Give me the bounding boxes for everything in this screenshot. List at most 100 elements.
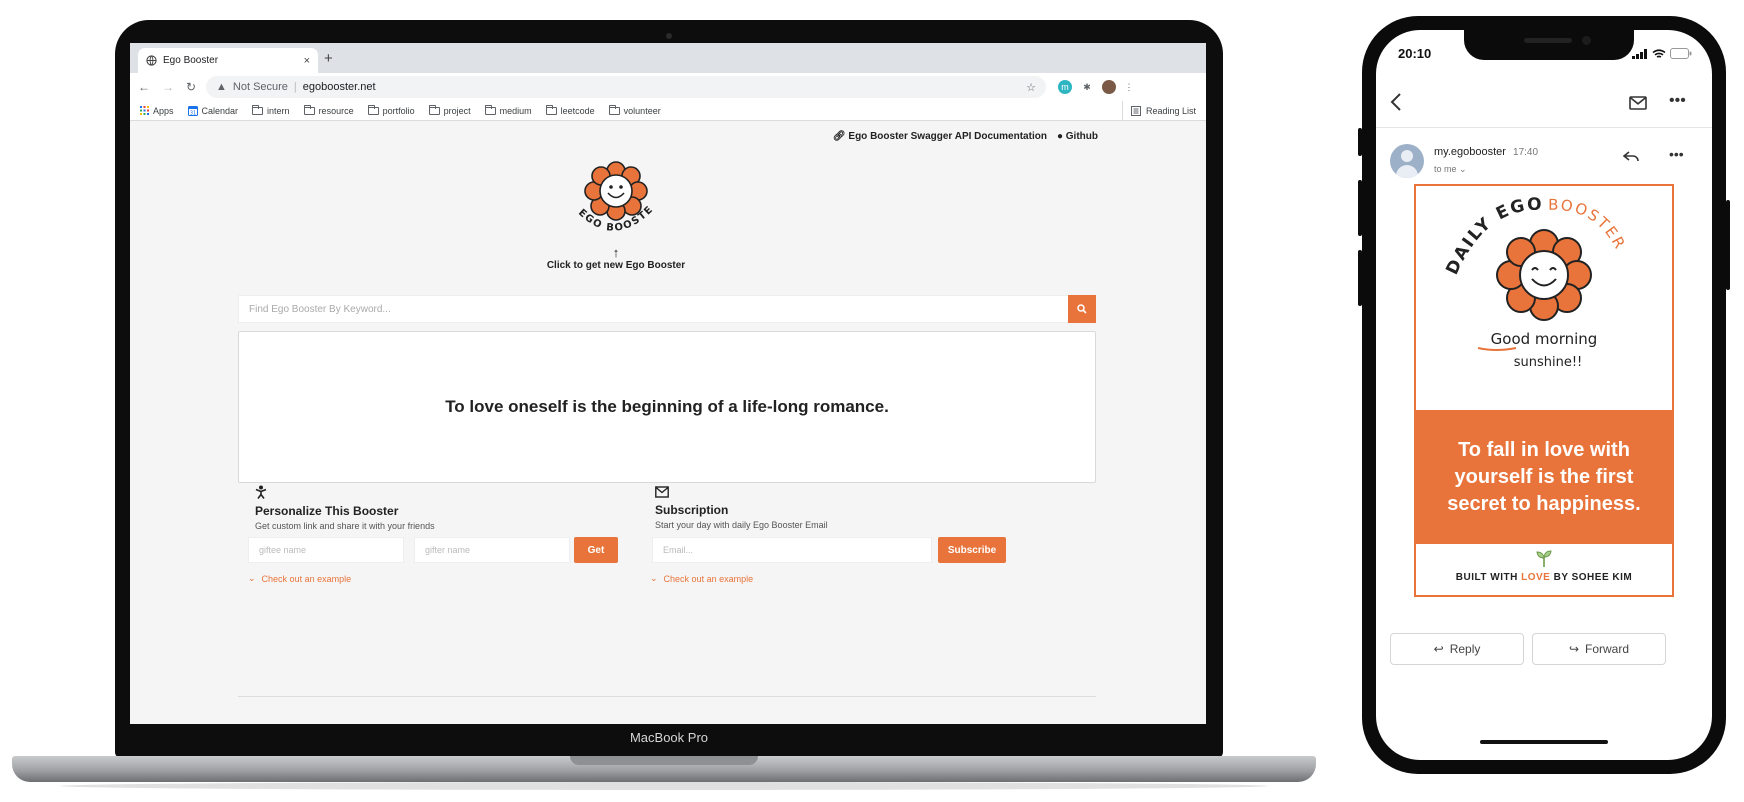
- apps-grid-icon: [140, 106, 149, 115]
- ego-booster-page: 🔗︎ Ego Booster Swagger API Documentation…: [130, 121, 1206, 724]
- folder-icon: [252, 104, 264, 115]
- search-icon: [1077, 304, 1087, 314]
- bookmark-label: resource: [318, 105, 354, 116]
- bookmark-folder[interactable]: resource: [303, 104, 354, 116]
- recipient-toggle[interactable]: to me ⌄: [1434, 164, 1467, 175]
- reading-list-label: Reading List: [1145, 106, 1196, 116]
- sender-name: my.egobooster: [1434, 146, 1506, 158]
- page-divider: [238, 696, 1096, 697]
- reply-icon: ↩: [1433, 642, 1444, 656]
- calendar-icon: 31: [187, 105, 198, 116]
- bookmark-folder[interactable]: medium: [484, 104, 532, 116]
- more-icon[interactable]: •••: [1669, 146, 1684, 162]
- daily-ego-booster-art: DAILY EGO BOOSTER Good morning sunshine!…: [1442, 195, 1627, 370]
- get-button[interactable]: Get: [574, 537, 618, 563]
- warning-icon: ▲: [216, 81, 227, 93]
- bookmark-folder[interactable]: leetcode: [545, 104, 595, 116]
- arrow-up-icon: ↑: [612, 245, 620, 260]
- stage: Ego Booster × + ← → ↻ ▲ Not Secure | ego…: [0, 0, 1744, 802]
- back-icon[interactable]: ←: [138, 80, 150, 94]
- macbook-notch: [570, 756, 758, 765]
- back-chevron-icon[interactable]: [1390, 92, 1402, 112]
- forward-icon[interactable]: →: [162, 80, 174, 94]
- new-tab-button[interactable]: +: [324, 50, 333, 67]
- profile-avatar[interactable]: [1102, 80, 1116, 94]
- globe-icon: [146, 55, 157, 66]
- subscribe-button[interactable]: Subscribe: [938, 537, 1006, 563]
- macbook-camera: [666, 33, 672, 39]
- bookmark-apps[interactable]: Apps: [140, 106, 174, 116]
- tab-close-icon[interactable]: ×: [304, 55, 310, 67]
- email-quote-text: To fall in love with yourself is the fir…: [1447, 438, 1641, 515]
- gifter-name-input[interactable]: gifter name: [414, 537, 570, 563]
- bookmark-folder[interactable]: volunteer: [608, 104, 661, 116]
- subscription-example-link[interactable]: ⌄ Check out an example: [650, 573, 753, 584]
- puzzle-icon[interactable]: ✱: [1080, 80, 1094, 94]
- personalize-subtitle: Get custom link and share it with your f…: [255, 521, 435, 531]
- bookmark-label: Calendar: [201, 105, 239, 116]
- chevron-down-icon: ⌄: [650, 573, 658, 583]
- search-button[interactable]: [1068, 295, 1096, 323]
- forward-button[interactable]: ↪ Forward: [1532, 633, 1666, 665]
- address-bar[interactable]: ▲ Not Secure | egobooster.net ☆: [206, 76, 1046, 98]
- status-time: 20:10: [1398, 46, 1432, 61]
- macbook-shadow: [60, 782, 1268, 790]
- github-link[interactable]: ● Github: [1057, 131, 1098, 142]
- click-hint: Click to get new Ego Booster: [546, 260, 686, 271]
- email-input[interactable]: Email...: [652, 537, 932, 563]
- recipient-label: to me: [1434, 164, 1457, 174]
- bookmark-label: volunteer: [623, 105, 661, 116]
- mail-icon[interactable]: [1629, 96, 1647, 110]
- folder-icon: [303, 104, 315, 115]
- svg-text:31: 31: [189, 110, 195, 115]
- bookmark-folder[interactable]: project: [428, 104, 471, 116]
- signal-icon: [1632, 48, 1647, 59]
- menu-kebab-icon[interactable]: ⋮: [1122, 80, 1136, 94]
- browser-tab[interactable]: Ego Booster ×: [138, 48, 318, 73]
- chevron-down-icon: ⌄: [1459, 164, 1467, 174]
- bookmark-label: leetcode: [560, 105, 595, 116]
- quote-card[interactable]: To love oneself is the beginning of a li…: [238, 331, 1096, 483]
- bookmark-folder[interactable]: portfolio: [367, 104, 415, 116]
- folder-icon: [545, 104, 557, 115]
- forward-label: Forward: [1585, 642, 1630, 656]
- url-text: egobooster.net: [302, 81, 376, 93]
- tab-title: Ego Booster: [163, 55, 219, 66]
- home-indicator[interactable]: [1480, 740, 1608, 744]
- bookmark-folder[interactable]: intern: [252, 104, 290, 116]
- forward-icon: ↪: [1568, 642, 1580, 656]
- battery-icon: [1670, 48, 1692, 59]
- built-with-love: BUILT WITH LOVE BY SOHEE KIM: [1416, 572, 1672, 583]
- phone-screen: 20:10 ••• my.egobooster 17:40 to me ⌄ ••…: [1376, 30, 1712, 760]
- search-input[interactable]: Find Ego Booster By Keyword...: [238, 295, 1096, 323]
- ego-booster-logo[interactable]: EGO BOOSTER: [568, 151, 664, 247]
- reading-list-button[interactable]: Reading List: [1121, 101, 1196, 121]
- example-label: Check out an example: [261, 573, 352, 584]
- star-icon[interactable]: ☆: [1026, 81, 1036, 94]
- github-label: Github: [1065, 131, 1098, 142]
- security-label: Not Secure: [232, 81, 288, 93]
- api-docs-link[interactable]: 🔗︎ Ego Booster Swagger API Documentation: [833, 131, 1047, 142]
- email-quote: To fall in love with yourself is the fir…: [1416, 410, 1672, 544]
- phone-camera: [1582, 36, 1591, 45]
- extension-m-icon[interactable]: m: [1058, 80, 1072, 94]
- subscription-title: Subscription: [655, 503, 729, 517]
- chevron-down-icon: ⌄: [248, 573, 256, 583]
- art-good-morning: Good morning: [1491, 330, 1598, 348]
- reply-label: Reply: [1449, 642, 1481, 656]
- more-icon[interactable]: •••: [1669, 92, 1686, 110]
- bookmark-label: portfolio: [382, 105, 415, 116]
- bookmark-calendar[interactable]: 31 Calendar: [187, 105, 239, 116]
- bookmark-label: medium: [499, 105, 532, 116]
- reply-icon[interactable]: [1622, 150, 1640, 164]
- reload-icon[interactable]: ↻: [186, 80, 196, 94]
- built-prefix: BUILT WITH: [1455, 572, 1518, 583]
- subscription-subtitle: Start your day with daily Ego Booster Em…: [655, 520, 828, 530]
- email-card: DAILY EGO BOOSTER Good morning sunshine!…: [1414, 184, 1674, 597]
- giftee-name-input[interactable]: giftee name: [248, 537, 404, 563]
- reply-button[interactable]: ↩ Reply: [1390, 633, 1524, 665]
- personalize-example-link[interactable]: ⌄ Check out an example: [248, 573, 351, 584]
- flower-icon: [584, 161, 648, 221]
- sent-time: 17:40: [1513, 147, 1539, 158]
- omnibox-separator: |: [293, 81, 297, 93]
